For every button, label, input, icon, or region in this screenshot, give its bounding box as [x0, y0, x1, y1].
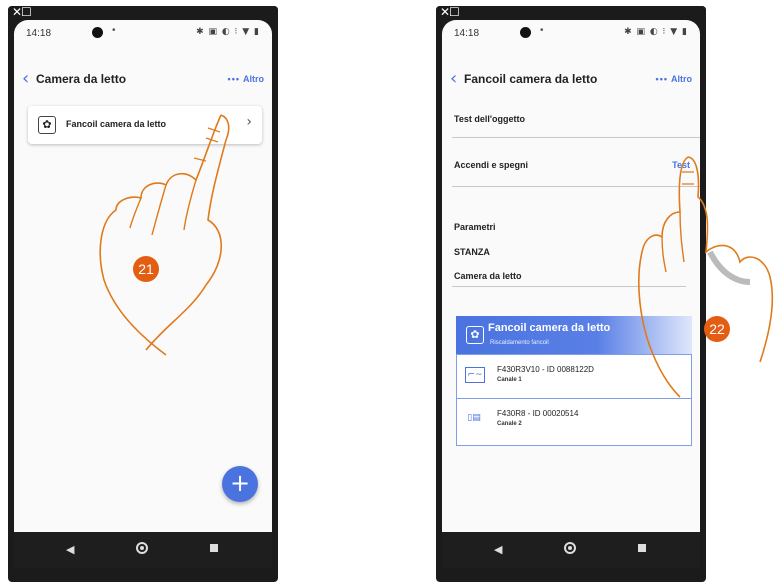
- chevron-right-icon: ›: [246, 114, 252, 130]
- page-title: Fancoil camera da letto: [464, 72, 598, 86]
- test-button[interactable]: Test: [672, 160, 690, 170]
- step-badge: 22: [704, 316, 730, 342]
- divider: [452, 137, 700, 138]
- phone-frame-left: ✕☐ 14:18 • ✱ ▣ ◐ ⁝ ▼ ▮ ‹ Camera da letto…: [8, 6, 278, 582]
- more-button[interactable]: ••• Altro: [228, 74, 264, 84]
- params-heading: Parametri: [454, 222, 496, 232]
- camera-bar: ✕☐: [8, 6, 278, 20]
- device-channel: Canale 1: [497, 377, 522, 383]
- more-dots-icon: •••: [655, 74, 668, 84]
- device-list: ⌐~ F430R3V10 - ID 0088122D Canale 1 ▯▤ F…: [456, 354, 692, 446]
- fancoil-icon: ✿: [38, 116, 56, 134]
- app-screen: 14:18 • ✱ ▣ ◐ ⁝ ▼ ▮ ‹ Fancoil camera da …: [442, 20, 700, 532]
- add-button[interactable]: +: [222, 466, 258, 502]
- onoff-label: Accendi e spegni: [454, 160, 529, 170]
- more-dots-icon: •••: [227, 74, 240, 84]
- divider: [452, 186, 700, 187]
- front-camera: [520, 27, 531, 38]
- panel-subtitle: Riscaldamento fancoil: [490, 340, 549, 346]
- android-nav-bar: ◀: [442, 532, 700, 568]
- nav-back-icon[interactable]: ◀: [494, 543, 502, 556]
- nav-recents-icon[interactable]: [210, 544, 218, 552]
- nav-home-icon[interactable]: [564, 542, 576, 554]
- divider: [452, 286, 686, 287]
- status-icons: ✱ ▣ ◐ ⁝ ▼ ▮: [624, 27, 688, 37]
- device-label: Fancoil camera da letto: [66, 119, 167, 129]
- device-channel: Canale 2: [497, 421, 522, 427]
- status-icons: ✱ ▣ ◐ ⁝ ▼ ▮: [196, 27, 260, 37]
- fancoil-icon: ✿: [466, 326, 484, 344]
- status-bar: 14:18 • ✱ ▣ ◐ ⁝ ▼ ▮: [14, 20, 272, 46]
- notification-dot: •: [112, 25, 116, 36]
- app-bar: ‹ Fancoil camera da letto ••• Altro: [442, 68, 700, 92]
- panel-header: ✿ Fancoil camera da letto Riscaldamento …: [456, 316, 692, 354]
- screen-capture-icon: ✕☐: [440, 6, 460, 19]
- actuator-icon: ▯▤: [467, 413, 481, 423]
- step-badge: 21: [133, 256, 159, 282]
- screen-capture-icon: ✕☐: [12, 6, 32, 19]
- object-test-heading: Test dell'oggetto: [454, 114, 525, 124]
- nav-back-icon[interactable]: ◀: [66, 543, 74, 556]
- phone-frame-right: ✕☐ 14:18 • ✱ ▣ ◐ ⁝ ▼ ▮ ‹ Fancoil camera …: [436, 6, 706, 582]
- switch-icon: ⌐~: [465, 367, 485, 383]
- more-button[interactable]: ••• Altro: [656, 74, 692, 84]
- back-icon[interactable]: ‹: [450, 68, 457, 90]
- notification-dot: •: [540, 25, 544, 36]
- nav-recents-icon[interactable]: [638, 544, 646, 552]
- more-label: Altro: [243, 74, 264, 84]
- android-nav-bar: ◀: [14, 532, 272, 568]
- device-row[interactable]: ▯▤ F430R8 - ID 00020514 Canale 2: [457, 399, 691, 443]
- device-row[interactable]: ⌐~ F430R3V10 - ID 0088122D Canale 1: [457, 355, 691, 399]
- device-name: F430R8 - ID 00020514: [497, 409, 579, 418]
- app-bar: ‹ Camera da letto ••• Altro: [14, 68, 272, 92]
- room-value[interactable]: Camera da letto: [454, 271, 522, 281]
- status-time: 14:18: [26, 28, 52, 39]
- panel-title: Fancoil camera da letto: [488, 322, 611, 334]
- more-label: Altro: [671, 74, 692, 84]
- page-title: Camera da letto: [36, 72, 127, 86]
- device-name: F430R3V10 - ID 0088122D: [497, 365, 594, 374]
- camera-bar: ✕☐: [436, 6, 706, 20]
- room-heading: STANZA: [454, 247, 490, 257]
- device-card-fancoil[interactable]: ✿ Fancoil camera da letto ›: [28, 106, 262, 144]
- fancoil-panel: ✿ Fancoil camera da letto Riscaldamento …: [456, 316, 692, 446]
- status-bar: 14:18 • ✱ ▣ ◐ ⁝ ▼ ▮: [442, 20, 700, 46]
- back-icon[interactable]: ‹: [22, 68, 29, 90]
- status-time: 14:18: [454, 28, 480, 39]
- nav-home-icon[interactable]: [136, 542, 148, 554]
- front-camera: [92, 27, 103, 38]
